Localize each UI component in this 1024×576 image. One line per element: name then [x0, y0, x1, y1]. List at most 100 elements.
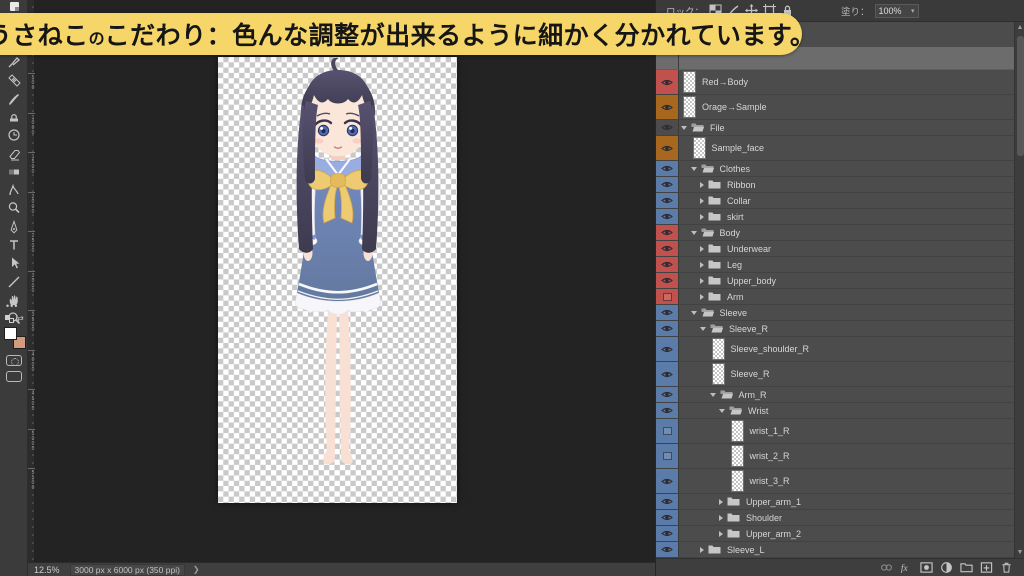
visibility-toggle[interactable] — [656, 469, 679, 493]
layer-row-underwear[interactable]: Underwear — [656, 241, 1015, 257]
layer-name[interactable]: Sleeve — [720, 308, 748, 318]
visibility-toggle[interactable] — [656, 95, 679, 119]
layer-row-sleeve-shoulder-r[interactable]: Sleeve_shoulder_R — [656, 337, 1015, 362]
new-group-icon[interactable] — [960, 561, 973, 574]
clone-stamp-tool[interactable] — [7, 110, 21, 124]
layer-thumbnail[interactable] — [732, 471, 743, 491]
visibility-toggle[interactable] — [656, 542, 679, 557]
collapse-icon[interactable] — [719, 409, 725, 413]
line-tool[interactable] — [7, 275, 21, 289]
layer-name[interactable]: Wrist — [748, 406, 768, 416]
layer-name[interactable]: Sample_face — [712, 143, 765, 153]
edit-toolbar-icon[interactable]: ••• — [6, 301, 18, 311]
layer-row-clothes[interactable]: Clothes — [656, 161, 1015, 177]
layer-thumbnail[interactable] — [684, 97, 695, 117]
layer-row-wrist-3-r[interactable]: wrist_3_R — [656, 469, 1015, 494]
layer-row-orage-sample[interactable]: Orage→Sample — [656, 95, 1015, 120]
layer-name[interactable]: wrist_3_R — [750, 476, 790, 486]
link-icon[interactable] — [880, 561, 893, 574]
layer-row-arm-r[interactable]: Arm_R — [656, 387, 1015, 403]
visibility-toggle[interactable] — [656, 321, 679, 336]
layer-row-skirt[interactable]: skirt — [656, 209, 1015, 225]
layer-row-sleeve-r[interactable]: Sleeve_R — [656, 362, 1015, 387]
status-chevron-icon[interactable]: ❯ — [193, 565, 200, 574]
visibility-toggle[interactable] — [656, 526, 679, 541]
visibility-toggle[interactable] — [656, 193, 679, 208]
layer-name[interactable]: Collar — [727, 196, 751, 206]
expand-icon[interactable] — [719, 515, 723, 521]
fill-value-dropdown[interactable]: 100% ▾ — [875, 4, 919, 18]
layer-name[interactable]: Body — [720, 228, 741, 238]
visibility-toggle[interactable] — [656, 362, 679, 386]
delete-icon[interactable] — [1000, 561, 1013, 574]
visibility-toggle[interactable] — [656, 419, 679, 443]
visibility-toggle[interactable] — [656, 70, 679, 94]
history-brush-tool[interactable] — [7, 128, 21, 142]
layer-thumbnail[interactable] — [694, 138, 705, 158]
expand-icon[interactable] — [700, 198, 704, 204]
layer-row-red-body[interactable]: Red→Body — [656, 70, 1015, 95]
visibility-toggle[interactable] — [656, 136, 679, 160]
layer-row-wrist-2-r[interactable]: wrist_2_R — [656, 444, 1015, 469]
scrollbar-thumb[interactable] — [1017, 36, 1024, 156]
visibility-toggle[interactable] — [656, 289, 679, 304]
layer-name[interactable]: Arm — [727, 292, 744, 302]
eyedropper-tool[interactable] — [7, 55, 21, 69]
layer-row-upper-arm-2[interactable]: Upper_arm_2 — [656, 526, 1015, 542]
gradient-tool[interactable] — [7, 165, 21, 179]
expand-icon[interactable] — [700, 246, 704, 252]
layer-name[interactable]: Upper_arm_1 — [746, 497, 801, 507]
layer-name[interactable]: Leg — [727, 260, 742, 270]
layer-row-upper-body[interactable]: Upper_body — [656, 273, 1015, 289]
quick-mask-button[interactable] — [6, 355, 22, 366]
scroll-up-icon[interactable]: ▲ — [1015, 23, 1024, 32]
spot-healing-brush-tool[interactable] — [7, 73, 21, 87]
layer-name[interactable]: Orage→Sample — [702, 102, 767, 112]
visibility-toggle[interactable] — [656, 494, 679, 509]
layer-row-sleeve-l[interactable]: Sleeve_L — [656, 542, 1015, 558]
layer-row-sample-face[interactable]: Sample_face — [656, 136, 1015, 161]
visibility-toggle[interactable] — [656, 444, 679, 468]
layer-row-wrist-1-r[interactable]: wrist_1_R — [656, 419, 1015, 444]
layer-name[interactable]: Ribbon — [727, 180, 756, 190]
layer-name[interactable]: Upper_arm_2 — [746, 529, 801, 539]
layer-thumbnail[interactable] — [732, 446, 743, 466]
dodge-tool[interactable] — [7, 201, 21, 215]
visibility-toggle[interactable] — [656, 120, 679, 135]
layer-name[interactable]: Sleeve_shoulder_R — [731, 344, 810, 354]
screen-mode-button[interactable] — [6, 371, 22, 382]
layer-row-leg[interactable]: Leg — [656, 257, 1015, 273]
visibility-toggle[interactable] — [656, 225, 679, 240]
layer-row-upper-arm-1[interactable]: Upper_arm_1 — [656, 494, 1015, 510]
visibility-toggle[interactable] — [656, 403, 679, 418]
layer-row-sleeve[interactable]: Sleeve — [656, 305, 1015, 321]
default-colors-icon[interactable] — [5, 315, 14, 323]
layer-row-arm[interactable]: Arm — [656, 289, 1015, 305]
layer-row-collar[interactable]: Collar — [656, 193, 1015, 209]
scroll-down-icon[interactable]: ▼ — [1015, 548, 1024, 557]
move-tool-icon[interactable] — [10, 2, 19, 11]
document-info[interactable]: 3000 px x 6000 px (350 ppi) — [70, 564, 185, 576]
visibility-toggle[interactable] — [656, 510, 679, 525]
collapse-icon[interactable] — [691, 167, 697, 171]
layer-name[interactable]: Sleeve_R — [731, 369, 770, 379]
new-layer-icon[interactable] — [980, 561, 993, 574]
layer-row-ribbon[interactable]: Ribbon — [656, 177, 1015, 193]
visibility-toggle[interactable] — [656, 257, 679, 272]
layer-name[interactable]: Upper_body — [727, 276, 776, 286]
layer-mask-icon[interactable] — [920, 561, 933, 574]
visibility-toggle[interactable] — [656, 161, 679, 176]
canvas-area[interactable] — [35, 0, 655, 562]
layer-row-body[interactable]: Body — [656, 225, 1015, 241]
layer-thumbnail[interactable] — [713, 339, 724, 359]
layer-name[interactable]: Arm_R — [739, 390, 767, 400]
visibility-toggle[interactable] — [656, 209, 679, 224]
collapse-icon[interactable] — [691, 311, 697, 315]
layer-name[interactable]: skirt — [727, 212, 744, 222]
layer-name[interactable]: Clothes — [720, 164, 751, 174]
expand-icon[interactable] — [700, 547, 704, 553]
visibility-toggle[interactable] — [656, 337, 679, 361]
layer-name[interactable]: wrist_1_R — [750, 426, 790, 436]
expand-icon[interactable] — [700, 262, 704, 268]
collapse-icon[interactable] — [710, 393, 716, 397]
